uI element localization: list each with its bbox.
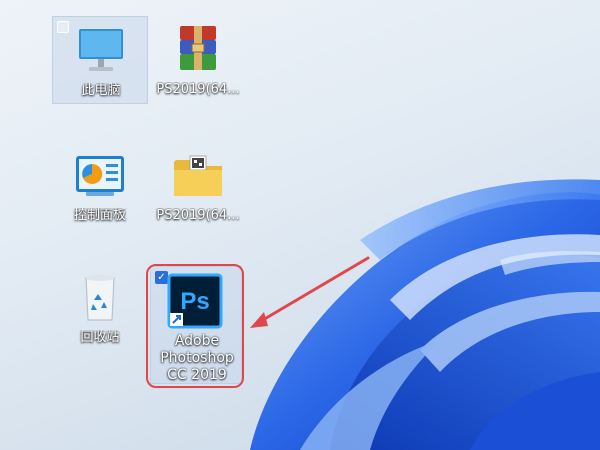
- pointer-arrow-icon: [250, 256, 370, 328]
- desktop: 此电脑 PS2019(64... 控制面板 PS2019(64... 回收站 ✓…: [0, 0, 600, 450]
